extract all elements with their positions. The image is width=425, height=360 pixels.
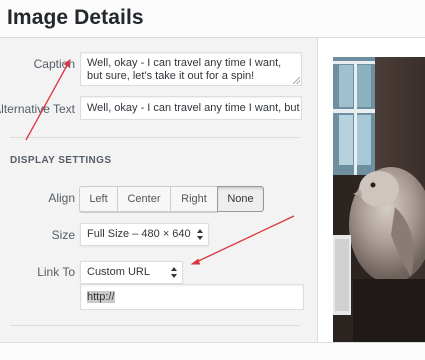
align-button-group: Left Center Right None bbox=[79, 186, 264, 212]
link-url-value: http:// bbox=[87, 291, 115, 303]
caption-label: Caption bbox=[33, 57, 75, 71]
select-arrows-icon bbox=[197, 229, 203, 240]
alt-text-label-text: Alternative Text bbox=[0, 102, 75, 116]
align-label: Align bbox=[48, 191, 75, 205]
size-select-value: Full Size – 480 × 640 bbox=[87, 228, 191, 240]
link-to-label: Link To bbox=[37, 265, 75, 279]
link-to-select[interactable]: Custom URL bbox=[80, 261, 183, 284]
caption-textarea[interactable]: Well, okay - I can travel any time I wan… bbox=[80, 52, 302, 86]
align-none-button[interactable]: None bbox=[217, 186, 264, 212]
modal-title: Image Details bbox=[7, 6, 144, 29]
bird-photo-image bbox=[333, 57, 425, 342]
size-label: Size bbox=[51, 228, 75, 242]
section-divider bbox=[10, 325, 300, 326]
select-arrows-icon bbox=[171, 267, 177, 278]
image-details-modal: Image Details Caption Well, okay - I can… bbox=[0, 0, 425, 360]
modal-footer bbox=[0, 342, 425, 360]
alt-text-value: Well, okay - I can travel any time I wan… bbox=[87, 102, 302, 114]
section-divider bbox=[10, 137, 300, 138]
link-url-input[interactable]: http:// bbox=[80, 284, 304, 310]
caption-text: Well, okay - I can travel any time I wan… bbox=[87, 57, 282, 82]
resize-grip-icon[interactable] bbox=[293, 77, 300, 84]
size-select[interactable]: Full Size – 480 × 640 bbox=[80, 223, 209, 246]
link-to-select-value: Custom URL bbox=[87, 266, 150, 278]
alt-text-input[interactable]: Well, okay - I can travel any time I wan… bbox=[80, 96, 302, 120]
align-right-button[interactable]: Right bbox=[170, 186, 218, 212]
align-center-button[interactable]: Center bbox=[117, 186, 171, 212]
align-left-button[interactable]: Left bbox=[79, 186, 118, 212]
modal-header: Image Details bbox=[0, 0, 425, 38]
image-preview bbox=[333, 57, 425, 342]
display-settings-heading: DISPLAY SETTINGS bbox=[10, 155, 112, 166]
